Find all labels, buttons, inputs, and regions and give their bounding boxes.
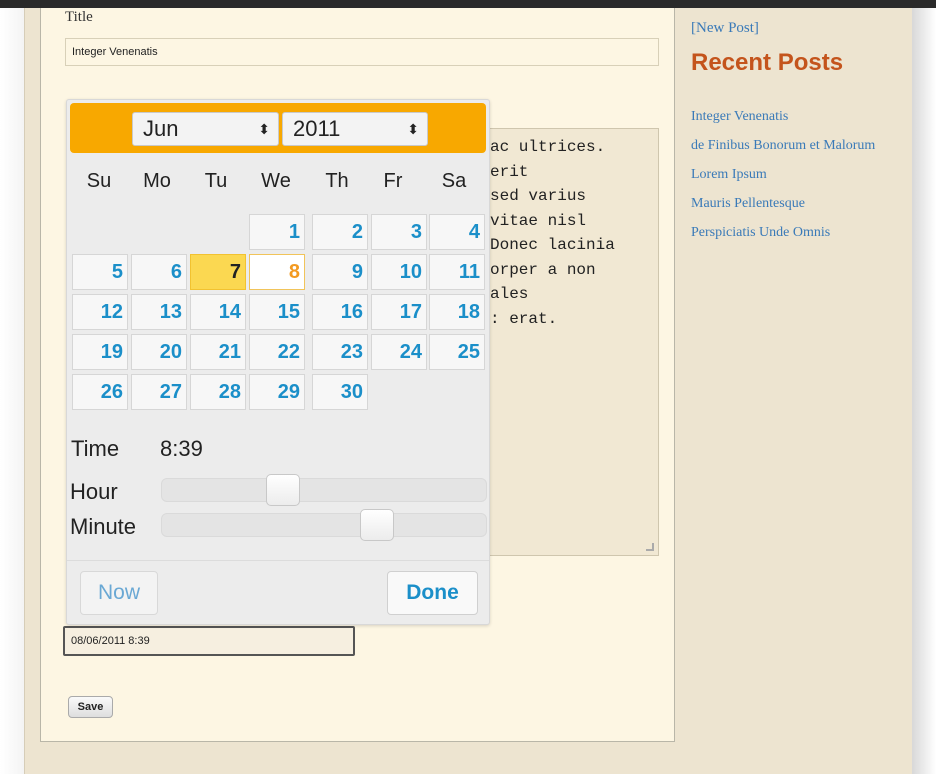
calendar-day[interactable]: 15 xyxy=(249,294,305,330)
calendar-day[interactable]: 14 xyxy=(190,294,246,330)
time-label: Time xyxy=(71,436,120,461)
calendar-day[interactable]: 28 xyxy=(190,374,246,410)
calendar-day[interactable]: 3 xyxy=(371,214,427,250)
done-button[interactable]: Done xyxy=(387,571,478,615)
picker-footer-divider xyxy=(67,560,489,561)
calendar-day[interactable]: 7 xyxy=(190,254,246,290)
calendar-day[interactable]: 13 xyxy=(131,294,187,330)
recent-post-link[interactable]: Mauris Pellentesque xyxy=(691,194,891,214)
calendar-empty-cell xyxy=(131,214,187,250)
hour-label: Hour xyxy=(70,479,118,504)
month-select-value: Jun xyxy=(143,116,179,141)
resize-grip-icon[interactable] xyxy=(646,543,654,551)
calendar-day[interactable]: 26 xyxy=(72,374,128,410)
content-text: ac ultrices. erit sed varius vitae nisl … xyxy=(490,138,615,328)
new-post-link[interactable]: [New Post] xyxy=(691,20,759,37)
calendar-empty-cell xyxy=(72,214,128,250)
recent-posts-heading: Recent Posts xyxy=(691,49,844,76)
calendar-day[interactable]: 17 xyxy=(371,294,427,330)
calendar-day[interactable]: 24 xyxy=(371,334,427,370)
calendar-day[interactable]: 29 xyxy=(249,374,305,410)
calendar-day[interactable]: 5 xyxy=(72,254,128,290)
calendar-day[interactable]: 16 xyxy=(312,294,368,330)
calendar-day[interactable]: 8 xyxy=(249,254,305,290)
weekday-header: Tu xyxy=(204,170,228,192)
calendar-day[interactable]: 10 xyxy=(371,254,427,290)
weekday-header: We xyxy=(261,170,291,192)
calendar-day[interactable]: 1 xyxy=(249,214,305,250)
hour-slider-handle[interactable] xyxy=(266,474,300,506)
window-top-bar xyxy=(0,0,936,8)
recent-post-link[interactable]: Perspiciatis Unde Omnis xyxy=(691,223,891,243)
calendar-day[interactable]: 11 xyxy=(429,254,485,290)
updown-arrows-icon: ⬍ xyxy=(258,121,270,137)
calendar-day[interactable]: 2 xyxy=(312,214,368,250)
right-shadow xyxy=(912,8,936,774)
weekday-header: Sa xyxy=(441,170,467,192)
calendar-day[interactable]: 4 xyxy=(429,214,485,250)
calendar-day[interactable]: 19 xyxy=(72,334,128,370)
save-button[interactable]: Save xyxy=(68,696,113,718)
calendar-day[interactable]: 18 xyxy=(429,294,485,330)
weekday-header: Fr xyxy=(383,170,403,192)
recent-posts-list: Integer Venenatis de Finibus Bonorum et … xyxy=(691,107,891,252)
title-label: Title xyxy=(65,9,93,25)
recent-post-link[interactable]: de Finibus Bonorum et Malorum xyxy=(691,136,891,156)
calendar-day[interactable]: 30 xyxy=(312,374,368,410)
calendar-day[interactable]: 27 xyxy=(131,374,187,410)
calendar-day[interactable]: 25 xyxy=(429,334,485,370)
picker-header: Jun ⬍ 2011 ⬍ xyxy=(70,103,486,153)
datetime-picker: Jun ⬍ 2011 ⬍ Su Mo Tu We Th Fr Sa 123456… xyxy=(66,99,490,625)
weekday-header: Su xyxy=(86,170,112,192)
calendar-day[interactable]: 12 xyxy=(72,294,128,330)
weekday-header: Th xyxy=(325,170,349,192)
recent-post-link[interactable]: Integer Venenatis xyxy=(691,107,891,127)
weekday-header: Mo xyxy=(143,170,171,192)
recent-post-link[interactable]: Lorem Ipsum xyxy=(691,165,891,185)
minute-label: Minute xyxy=(70,514,137,539)
now-button[interactable]: Now xyxy=(80,571,158,615)
calendar-day[interactable]: 21 xyxy=(190,334,246,370)
calendar-day[interactable]: 23 xyxy=(312,334,368,370)
calendar-empty-cell xyxy=(190,214,246,250)
year-select[interactable]: 2011 ⬍ xyxy=(282,112,428,146)
date-input[interactable]: 08/06/2011 8:39 xyxy=(63,626,355,656)
calendar-day[interactable]: 22 xyxy=(249,334,305,370)
time-value: 8:39 xyxy=(160,436,203,461)
title-input[interactable]: Integer Venenatis xyxy=(65,38,659,66)
content-textarea[interactable]: ac ultrices. erit sed varius vitae nisl … xyxy=(490,128,659,556)
minute-slider[interactable] xyxy=(161,509,487,541)
calendar-day[interactable]: 9 xyxy=(312,254,368,290)
month-select[interactable]: Jun ⬍ xyxy=(132,112,279,146)
hour-slider[interactable] xyxy=(161,474,487,506)
year-select-value: 2011 xyxy=(293,116,341,141)
minute-slider-handle[interactable] xyxy=(360,509,394,541)
calendar-day[interactable]: 6 xyxy=(131,254,187,290)
calendar-day[interactable]: 20 xyxy=(131,334,187,370)
updown-arrows-icon: ⬍ xyxy=(407,121,419,137)
left-shadow xyxy=(0,8,24,774)
